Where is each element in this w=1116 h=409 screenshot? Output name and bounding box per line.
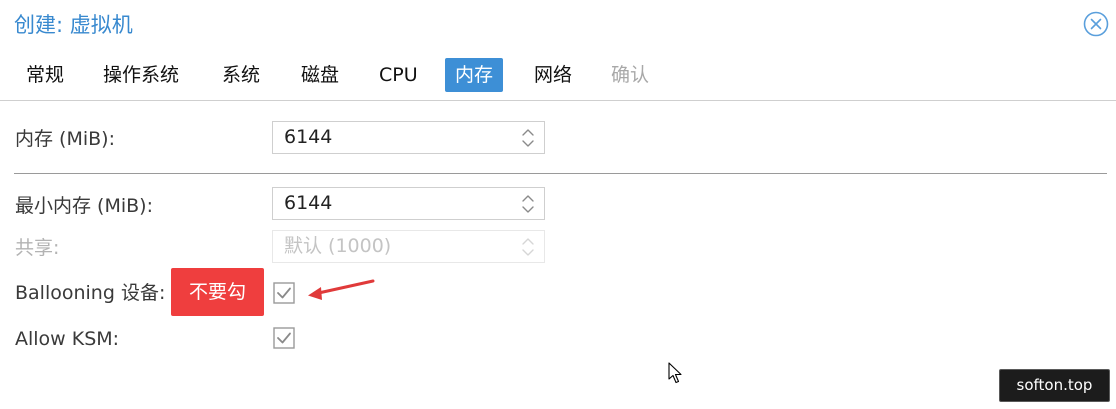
- annotation-callout: 不要勾: [171, 268, 264, 316]
- memory-input[interactable]: 6144: [272, 121, 545, 154]
- checkmark-icon: [273, 327, 295, 349]
- close-circle-icon: [1083, 11, 1109, 37]
- allow-ksm-label: Allow KSM:: [15, 328, 120, 350]
- shares-placeholder: 默认 (1000): [284, 235, 392, 257]
- min-memory-input[interactable]: 6144: [272, 187, 545, 220]
- tab-memory[interactable]: 内存: [445, 58, 504, 92]
- section-divider: [14, 173, 1107, 174]
- memory-label: 内存 (MiB):: [15, 128, 115, 150]
- checkmark-icon: [273, 282, 295, 304]
- tab-system[interactable]: 系统: [222, 58, 260, 92]
- tab-network[interactable]: 网络: [534, 58, 572, 92]
- memory-value: 6144: [284, 126, 333, 148]
- tab-bar: 常规 操作系统 系统 磁盘 CPU 内存 网络 确认: [0, 58, 1116, 94]
- shares-label: 共享:: [15, 237, 60, 259]
- min-memory-label: 最小内存 (MiB):: [15, 195, 153, 217]
- ballooning-label: Ballooning 设备:: [15, 282, 166, 304]
- tab-cpu[interactable]: CPU: [379, 58, 418, 92]
- tab-os[interactable]: 操作系统: [103, 58, 179, 92]
- close-button[interactable]: [1083, 11, 1109, 37]
- spinner-updown-icon[interactable]: [521, 192, 535, 216]
- spinner-updown-icon[interactable]: [521, 126, 535, 150]
- ballooning-checkbox[interactable]: [273, 282, 295, 304]
- mouse-cursor-icon: [668, 362, 682, 384]
- tab-confirm: 确认: [611, 64, 650, 86]
- tab-general[interactable]: 常规: [26, 58, 64, 92]
- header-divider: [0, 100, 1116, 101]
- allow-ksm-checkbox[interactable]: [273, 327, 295, 349]
- tab-disk[interactable]: 磁盘: [301, 58, 339, 92]
- arrow-icon: [308, 279, 375, 300]
- spinner-updown-icon: [522, 238, 534, 256]
- min-memory-value: 6144: [284, 192, 333, 214]
- dialog-title: 创建: 虚拟机: [14, 13, 133, 37]
- watermark: softon.top: [999, 369, 1110, 402]
- shares-input: 默认 (1000): [272, 230, 545, 263]
